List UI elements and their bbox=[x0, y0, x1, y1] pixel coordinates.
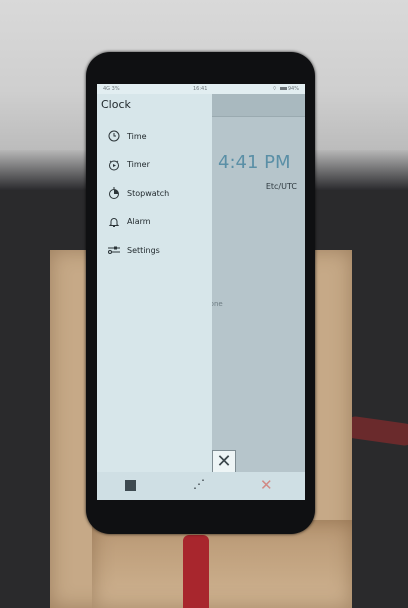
timezone-label: Etc/UTC bbox=[265, 182, 297, 191]
menu-label: Timer bbox=[127, 160, 150, 170]
stopwatch-icon bbox=[107, 186, 121, 200]
menu-label: Time bbox=[127, 131, 147, 141]
close-icon[interactable]: ✕ bbox=[212, 450, 236, 474]
battery-level: 94% bbox=[287, 86, 299, 92]
status-bar: 4G 3% 16:41 ⌔ 94% bbox=[97, 84, 305, 94]
menu-item-settings[interactable]: Settings bbox=[107, 236, 169, 265]
menu-label: Settings bbox=[127, 245, 160, 255]
status-time: 16:41 bbox=[193, 86, 208, 92]
background-cable bbox=[343, 415, 408, 447]
clock-icon bbox=[107, 129, 121, 143]
charging-cable bbox=[183, 535, 209, 608]
menu-item-time[interactable]: Time bbox=[107, 122, 169, 151]
menu-item-stopwatch[interactable]: Stopwatch bbox=[107, 179, 169, 208]
sliders-icon bbox=[107, 243, 121, 257]
header-bar bbox=[212, 94, 305, 117]
signal-indicator: 4G 3% bbox=[103, 86, 120, 92]
close-app-icon[interactable]: ✕ bbox=[260, 476, 273, 494]
bottom-navbar: ⋰ ✕ bbox=[97, 472, 305, 500]
drawer-menu: Time Timer Stopwatch Alarm Settings bbox=[107, 122, 169, 265]
battery-icon bbox=[280, 87, 287, 90]
drawer-title: Clock bbox=[101, 98, 131, 111]
menu-label: Stopwatch bbox=[127, 188, 170, 198]
app-grid-icon[interactable] bbox=[125, 480, 136, 491]
menu-label: Alarm bbox=[127, 217, 151, 227]
menu-item-timer[interactable]: Timer bbox=[107, 151, 169, 180]
bell-icon bbox=[107, 215, 121, 229]
menu-item-alarm[interactable]: Alarm bbox=[107, 208, 169, 237]
wifi-icon: ⌔ bbox=[272, 86, 277, 92]
switcher-icon[interactable]: ⋰ bbox=[193, 477, 205, 491]
timer-icon bbox=[107, 158, 121, 172]
navigation-drawer: Clock Time Timer Stopwatch Alarm Setting… bbox=[97, 94, 212, 472]
phone-screen: 4G 3% 16:41 ⌔ 94% 4:41 PM Etc/UTC zone ✕… bbox=[97, 84, 305, 500]
current-time: 4:41 PM bbox=[218, 152, 291, 173]
clock-main-view: 4:41 PM Etc/UTC zone bbox=[206, 94, 305, 500]
